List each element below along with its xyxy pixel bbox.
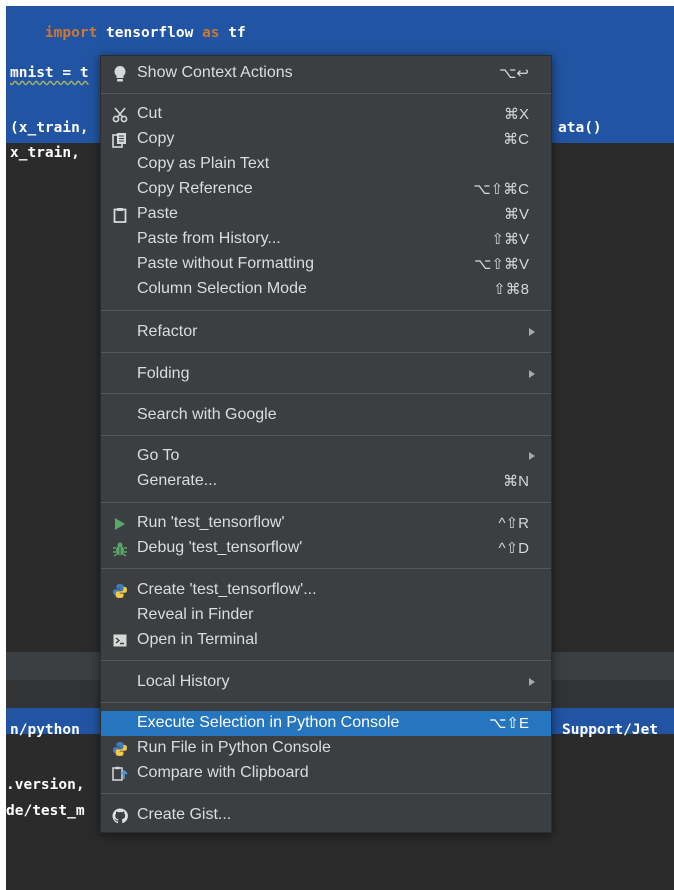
menu-item-run[interactable]: Run 'test_tensorflow' ^⇧R bbox=[101, 511, 551, 536]
menu-separator bbox=[101, 393, 551, 394]
context-menu: Show Context Actions ⌥↩ Cut ⌘X Copy ⌘C C… bbox=[100, 55, 552, 833]
code-line-3-tail: ata() bbox=[558, 120, 602, 136]
menu-separator bbox=[101, 793, 551, 794]
menu-item-copy-plain[interactable]: Copy as Plain Text bbox=[101, 152, 551, 177]
menu-item-show-context-actions[interactable]: Show Context Actions ⌥↩ bbox=[101, 61, 551, 86]
console-line-1: n/python bbox=[10, 722, 89, 738]
menu-item-column-selection[interactable]: Column Selection Mode ⇧⌘8 bbox=[101, 277, 551, 302]
console-line-2: .version, bbox=[6, 777, 94, 793]
menu-item-generate[interactable]: Generate... ⌘N bbox=[101, 469, 551, 494]
submenu-arrow-icon bbox=[529, 370, 535, 378]
menu-item-search-google[interactable]: Search with Google bbox=[101, 403, 551, 428]
python-icon bbox=[111, 739, 129, 758]
menu-item-open-terminal[interactable]: Open in Terminal bbox=[101, 628, 551, 653]
run-icon bbox=[111, 514, 129, 533]
menu-item-reveal-finder[interactable]: Reveal in Finder bbox=[101, 603, 551, 628]
console-line-1-tail: Support/Jet bbox=[562, 722, 659, 738]
lightbulb-icon bbox=[111, 64, 129, 83]
menu-item-folding[interactable]: Folding bbox=[101, 362, 551, 387]
menu-separator bbox=[101, 310, 551, 311]
submenu-arrow-icon bbox=[529, 328, 535, 336]
code-line-3: (x_train, bbox=[10, 120, 89, 136]
menu-item-local-history[interactable]: Local History bbox=[101, 670, 551, 695]
code-line-4: x_train, bbox=[10, 145, 89, 161]
menu-separator bbox=[101, 568, 551, 569]
menu-item-paste[interactable]: Paste ⌘V bbox=[101, 202, 551, 227]
menu-item-create-gist[interactable]: Create Gist... bbox=[101, 803, 551, 828]
code-line-1: import tensorflow as tf bbox=[44, 25, 246, 41]
copy-icon bbox=[111, 130, 129, 149]
menu-separator bbox=[101, 660, 551, 661]
menu-item-create-config[interactable]: Create 'test_tensorflow'... bbox=[101, 578, 551, 603]
python-icon bbox=[111, 581, 129, 600]
menu-item-paste-no-format[interactable]: Paste without Formatting ⌥⇧⌘V bbox=[101, 252, 551, 277]
menu-separator bbox=[101, 352, 551, 353]
menu-item-cut[interactable]: Cut ⌘X bbox=[101, 102, 551, 127]
keyword-import: import bbox=[44, 25, 98, 41]
menu-item-compare-clipboard[interactable]: Compare with Clipboard bbox=[101, 761, 551, 786]
menu-item-copy[interactable]: Copy ⌘C bbox=[101, 127, 551, 152]
menu-item-paste-history[interactable]: Paste from History... ⇧⌘V bbox=[101, 227, 551, 252]
menu-separator bbox=[101, 702, 551, 703]
menu-separator bbox=[101, 93, 551, 94]
scissors-icon bbox=[111, 105, 129, 124]
clipboard-icon bbox=[111, 205, 129, 224]
submenu-arrow-icon bbox=[529, 678, 535, 686]
menu-item-copy-reference[interactable]: Copy Reference ⌥⇧⌘C bbox=[101, 177, 551, 202]
menu-separator bbox=[101, 502, 551, 503]
menu-item-execute-selection[interactable]: Execute Selection in Python Console ⌥⇧E bbox=[101, 711, 551, 736]
menu-separator bbox=[101, 435, 551, 436]
console-line-3: de/test_m bbox=[6, 803, 85, 819]
debug-icon bbox=[111, 539, 129, 558]
menu-item-debug[interactable]: Debug 'test_tensorflow' ^⇧D bbox=[101, 536, 551, 561]
terminal-icon bbox=[111, 631, 129, 650]
keyword-as: as bbox=[202, 25, 220, 41]
compare-icon bbox=[111, 764, 129, 783]
submenu-arrow-icon bbox=[529, 452, 535, 460]
menu-item-go-to[interactable]: Go To bbox=[101, 444, 551, 469]
github-icon bbox=[111, 806, 129, 825]
code-line-2: mnist = t bbox=[10, 65, 89, 81]
menu-item-refactor[interactable]: Refactor bbox=[101, 320, 551, 345]
menu-item-run-file-console[interactable]: Run File in Python Console bbox=[101, 736, 551, 761]
